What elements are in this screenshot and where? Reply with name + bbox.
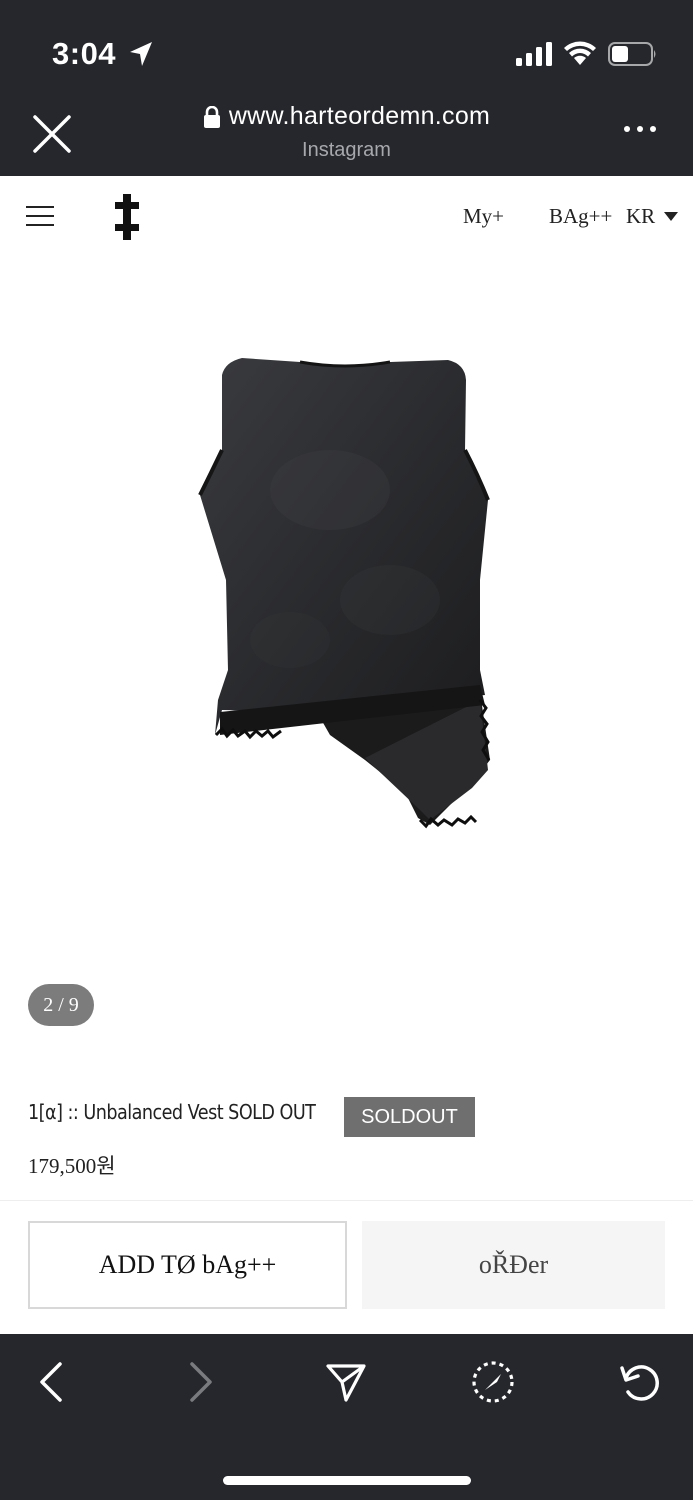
- share-icon[interactable]: [324, 1360, 368, 1404]
- nav-my-account[interactable]: My+: [463, 204, 504, 229]
- url-subtitle: Instagram: [302, 138, 391, 161]
- status-time: 3:04: [52, 36, 117, 71]
- browser-toolbar: [0, 1334, 693, 1500]
- wifi-icon: [564, 41, 596, 65]
- site-header: My+ BAg++ KR: [0, 176, 693, 260]
- action-bar: ADD TØ bAg++ oŘĐer: [0, 1200, 693, 1334]
- url-text: www.harteordemn.com: [228, 102, 491, 130]
- double-cross-logo-icon[interactable]: [114, 194, 140, 240]
- home-indicator[interactable]: [223, 1476, 471, 1485]
- hamburger-menu-icon[interactable]: [26, 204, 54, 228]
- lock-icon: [203, 105, 220, 128]
- product-image[interactable]: [180, 340, 510, 840]
- language-selector[interactable]: KR: [626, 204, 679, 229]
- url-display[interactable]: www.harteordemn.com Instagram: [0, 102, 693, 162]
- nav-bag[interactable]: BAg++: [549, 204, 612, 229]
- more-dots-icon[interactable]: [622, 122, 658, 136]
- location-arrow-icon: [130, 42, 152, 66]
- cellular-signal-icon: [516, 42, 552, 66]
- chevron-down-icon: [664, 212, 679, 221]
- order-button[interactable]: oŘĐer: [362, 1221, 665, 1309]
- gallery-pager: 2 / 9: [28, 984, 94, 1026]
- add-to-bag-button[interactable]: ADD TØ bAg++: [28, 1221, 347, 1309]
- back-icon[interactable]: [30, 1360, 74, 1404]
- reload-icon[interactable]: [618, 1360, 662, 1404]
- forward-icon[interactable]: [178, 1360, 222, 1404]
- product-price: 179,500원: [28, 1154, 116, 1178]
- status-bar: 3:04: [0, 0, 693, 96]
- browser-bar: www.harteordemn.com Instagram: [0, 96, 693, 176]
- soldout-badge: SOLDOUT: [344, 1097, 475, 1137]
- language-label: KR: [626, 204, 656, 228]
- product-name: 1[α] :: Unbalanced Vest SOLD OUT: [28, 1100, 316, 1124]
- compass-icon[interactable]: [471, 1360, 515, 1404]
- battery-icon: [608, 42, 656, 66]
